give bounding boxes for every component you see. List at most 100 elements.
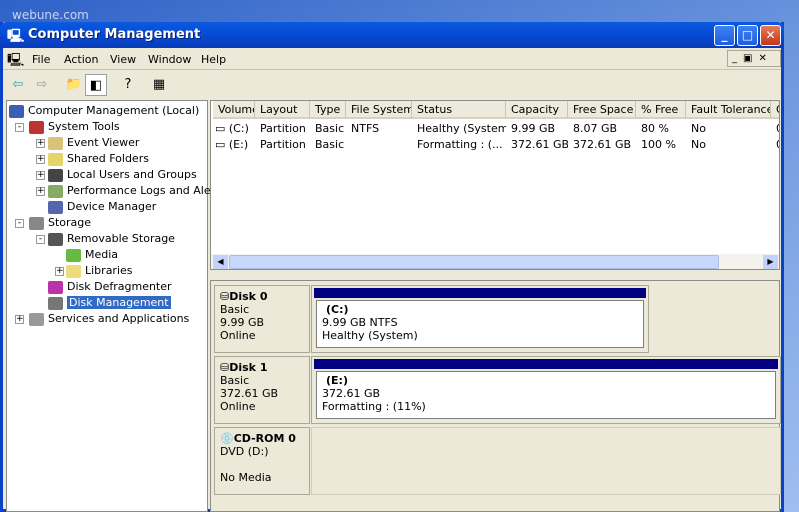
mdi-controls[interactable]: _▣✕ <box>727 50 781 67</box>
toolbar: ⇦ ⇨ 📁 ◧ ? ▦ <box>3 72 781 98</box>
tools-icon <box>29 120 44 134</box>
tree-item[interactable]: - Removable Storage <box>36 231 175 247</box>
tree-item-label: Shared Folders <box>67 152 149 165</box>
disk-type: Basic <box>220 303 250 316</box>
disk-0-label[interactable]: ⛁Disk 0 Basic 9.99 GB Online <box>214 285 310 353</box>
maximize-button[interactable]: □ <box>737 25 758 46</box>
partition-label: (E:) <box>326 374 348 387</box>
menu-help[interactable]: Help <box>201 53 226 66</box>
properties-icon[interactable]: ▦ <box>148 74 170 96</box>
expand-icon[interactable]: + <box>36 139 45 148</box>
tree-item[interactable]: + Event Viewer <box>36 135 140 151</box>
table-cell: 80 % <box>641 122 669 135</box>
collapse-icon[interactable]: - <box>15 123 24 132</box>
scroll-left-button[interactable]: ◀ <box>213 255 228 269</box>
partition-bar <box>314 359 778 369</box>
tree-item-label: Performance Logs and Alerts <box>67 184 226 197</box>
column-header[interactable]: Free Space <box>568 101 636 119</box>
computer-icon: 🖳 <box>7 53 25 68</box>
tree-item[interactable]: + Performance Logs and Alerts <box>36 183 226 199</box>
tree-item-label: System Tools <box>48 120 120 133</box>
tree-item[interactable]: + Local Users and Groups <box>36 167 197 183</box>
expand-icon[interactable]: + <box>15 315 24 324</box>
forward-icon[interactable]: ⇨ <box>31 74 53 96</box>
help-icon[interactable]: ? <box>117 74 139 96</box>
title-bar[interactable]: 🖳 Computer Management _ □ ✕ <box>0 22 784 48</box>
tree-item[interactable]: Media <box>66 247 118 263</box>
menu-action[interactable]: Action <box>64 53 98 66</box>
table-cell: ▭ (C:) <box>215 122 249 135</box>
tree-item[interactable]: + Services and Applications <box>15 311 189 327</box>
disk-size: 9.99 GB <box>220 316 265 329</box>
partition-c[interactable]: (C:) 9.99 GB NTFS Healthy (System) <box>311 285 649 353</box>
tree-item[interactable]: Device Manager <box>48 199 156 215</box>
tree-item-label: Storage <box>48 216 92 229</box>
minimize-button[interactable]: _ <box>714 25 735 46</box>
volume-list: Volume Layout Type File System Status Capacit… <box>210 100 780 270</box>
tree-item[interactable]: Computer Management (Local) <box>9 103 199 119</box>
collapse-icon[interactable]: - <box>36 235 45 244</box>
close-button[interactable]: ✕ <box>760 25 781 46</box>
tree-item-label: Media <box>85 248 119 261</box>
removable-storage-icon <box>48 232 63 246</box>
tree-item[interactable]: Disk Management <box>48 295 171 311</box>
scroll-right-button[interactable]: ▶ <box>763 255 778 269</box>
expand-icon[interactable]: + <box>36 171 45 180</box>
disk-type: Basic <box>220 374 250 387</box>
table-cell: 9.99 GB <box>511 122 556 135</box>
show-hide-tree-icon[interactable]: ◧ <box>85 74 107 96</box>
users-icon <box>48 168 63 182</box>
column-header[interactable]: Capacity <box>506 101 568 119</box>
shared-folder-icon <box>48 152 63 166</box>
partition-e[interactable]: (E:) 372.61 GB Formatting : (11%) <box>311 356 781 424</box>
column-header[interactable]: % Free <box>636 101 686 119</box>
expand-icon[interactable]: + <box>36 187 45 196</box>
tree-item[interactable]: - Storage <box>15 215 92 231</box>
menu-file[interactable]: File <box>32 53 50 66</box>
tree-item[interactable]: + Libraries <box>55 263 133 279</box>
partition-status: Formatting : (11%) <box>322 400 426 413</box>
column-header[interactable]: Status <box>412 101 506 119</box>
partition-bar <box>314 288 646 298</box>
table-cell: Partition <box>260 122 306 135</box>
scrollbar-thumb[interactable] <box>229 255 719 269</box>
table-cell: 100 % <box>641 138 676 151</box>
folder-icon <box>66 264 81 278</box>
column-header[interactable]: Type <box>310 101 346 119</box>
disk-status: Online <box>220 329 256 342</box>
partition-status: Healthy (System) <box>322 329 418 342</box>
tree-item-label: Libraries <box>85 264 133 277</box>
table-cell: No <box>691 138 706 151</box>
disk-1-label[interactable]: ⛁Disk 1 Basic 372.61 GB Online <box>214 356 310 424</box>
column-header[interactable]: Fault Tolerance <box>686 101 771 119</box>
table-cell: Formatting : (... <box>417 138 503 151</box>
menu-view[interactable]: View <box>110 53 136 66</box>
computer-icon: 🖳 <box>7 29 25 44</box>
tree-item[interactable]: Disk Defragmenter <box>48 279 172 295</box>
expand-icon[interactable]: + <box>55 267 64 276</box>
tree-item[interactable]: + Shared Folders <box>36 151 149 167</box>
up-folder-icon[interactable]: 📁 <box>63 74 85 96</box>
column-header[interactable]: File System <box>346 101 412 119</box>
cdrom-0-label[interactable]: 💿CD-ROM 0 DVD (D:) No Media <box>214 427 310 495</box>
tree-item-label: Event Viewer <box>67 136 140 149</box>
column-header[interactable]: Layout <box>255 101 310 119</box>
table-cell: 372.61 GB <box>573 138 632 151</box>
menu-bar: 🖳 File Action View Window Help _▣✕ <box>3 48 781 70</box>
menu-window[interactable]: Window <box>148 53 191 66</box>
tree-item-label: Computer Management (Local) <box>28 104 200 117</box>
expand-icon[interactable]: + <box>36 155 45 164</box>
horizontal-scrollbar[interactable]: ◀ ▶ <box>211 254 779 269</box>
tree-item[interactable]: - System Tools <box>15 119 120 135</box>
console-tree: Computer Management (Local) - System Tools… <box>6 100 225 512</box>
media-icon <box>66 248 81 262</box>
column-header[interactable]: Volume <box>213 101 255 119</box>
back-icon[interactable]: ⇦ <box>7 74 29 96</box>
table-cell: Healthy (System) <box>417 122 506 135</box>
table-cell: ▭ (E:) <box>215 138 249 151</box>
column-header[interactable]: O <box>771 101 779 119</box>
collapse-icon[interactable]: - <box>15 219 24 228</box>
computer-icon <box>9 104 24 118</box>
table-cell: Basic <box>315 122 345 135</box>
disk-status: No Media <box>220 471 272 484</box>
